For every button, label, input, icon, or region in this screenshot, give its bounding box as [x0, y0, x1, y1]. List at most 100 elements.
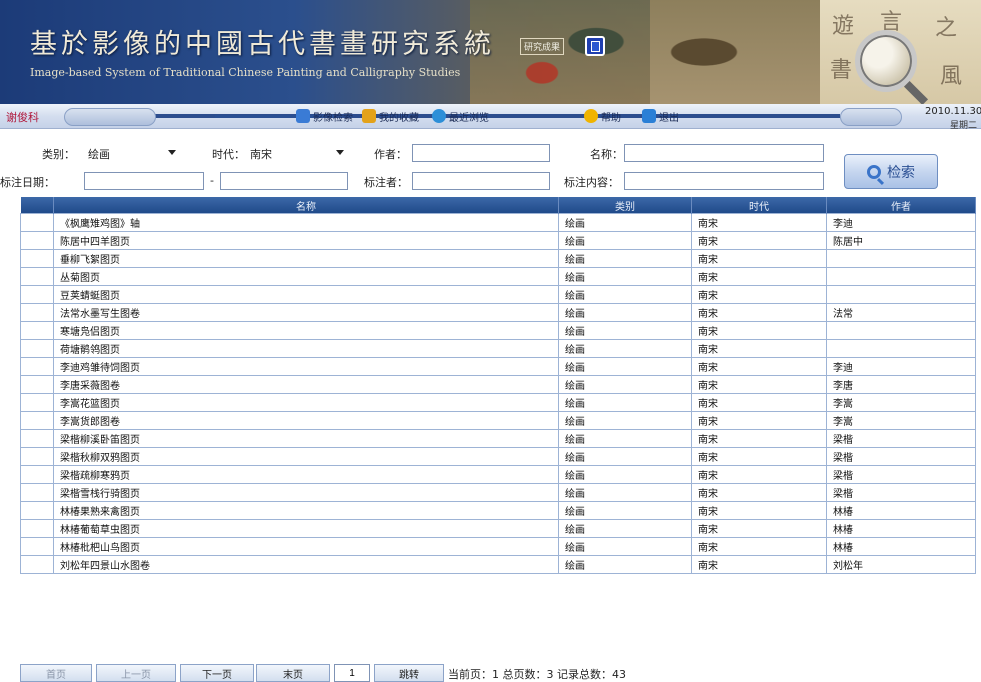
table-row[interactable]: 陈居中四羊图页 绘画 南宋 陈居中	[20, 231, 976, 250]
row-name-cell[interactable]: 李嵩货郎图卷	[53, 411, 559, 430]
nav-image-search[interactable]: 影像检索	[296, 108, 353, 124]
star-folder-icon	[362, 109, 376, 123]
author-input[interactable]	[412, 144, 550, 162]
row-era-cell: 南宋	[691, 249, 827, 268]
row-name-cell[interactable]: 林椿枇杷山鸟图页	[53, 537, 559, 556]
row-name-cell[interactable]: 梁楷秋柳双鸦图页	[53, 447, 559, 466]
nav-bar: 谢俊科 影像检索 我的收藏 最近浏览 帮助 退出 2010.11.30 星期二	[0, 104, 981, 131]
table-row[interactable]: 梁楷雪栈行骑图页 绘画 南宋 梁楷	[20, 483, 976, 502]
table-row[interactable]: 梁楷柳溪卧笛图页 绘画 南宋 梁楷	[20, 429, 976, 448]
table-row[interactable]: 李嵩货郎图卷 绘画 南宋 李嵩	[20, 411, 976, 430]
row-index-cell	[20, 519, 54, 538]
header-name[interactable]: 名称	[53, 197, 559, 214]
era-label: 时代：	[212, 148, 245, 161]
row-category-cell: 绘画	[558, 393, 692, 412]
table-row[interactable]: 梁楷疏柳寒鸦页 绘画 南宋 梁楷	[20, 465, 976, 484]
table-row[interactable]: 刘松年四景山水图卷 绘画 南宋 刘松年	[20, 555, 976, 574]
row-author-cell: 李唐	[826, 375, 976, 394]
row-name-cell[interactable]: 垂柳飞絮图页	[53, 249, 559, 268]
name-input[interactable]	[624, 144, 824, 162]
row-author-cell	[826, 267, 976, 286]
row-name-cell[interactable]: 丛菊图页	[53, 267, 559, 286]
row-index-cell	[20, 249, 54, 268]
table-row[interactable]: 林椿枇杷山鸟图页 绘画 南宋 林椿	[20, 537, 976, 556]
table-row[interactable]: 林椿果熟来禽图页 绘画 南宋 林椿	[20, 501, 976, 520]
date-start-input[interactable]	[84, 172, 204, 190]
next-page-button[interactable]: 下一页	[180, 664, 254, 682]
row-name-cell[interactable]: 李唐采薇图卷	[53, 375, 559, 394]
calligraphy-decoration: 書	[830, 58, 853, 83]
row-name-cell[interactable]: 刘松年四景山水图卷	[53, 555, 559, 574]
document-icon[interactable]	[585, 36, 605, 56]
prev-page-button[interactable]: 上一页	[96, 664, 176, 682]
user-name[interactable]: 谢俊科	[6, 109, 39, 125]
row-name-cell[interactable]: 荷塘鹡鸰图页	[53, 339, 559, 358]
search-button[interactable]: 检索	[844, 154, 938, 189]
row-name-cell[interactable]: 梁楷疏柳寒鸦页	[53, 465, 559, 484]
page-number-input[interactable]	[334, 664, 370, 682]
table-row[interactable]: 李迪鸡雏待饲图页 绘画 南宋 李迪	[20, 357, 976, 376]
row-author-cell	[826, 285, 976, 304]
row-name-cell[interactable]: 豆荚蜻蜓图页	[53, 285, 559, 304]
category-select[interactable]: 绘画	[84, 144, 180, 162]
table-row[interactable]: 法常水墨写生图卷 绘画 南宋 法常	[20, 303, 976, 322]
row-category-cell: 绘画	[558, 519, 692, 538]
calligraphy-decoration: 遊	[832, 14, 855, 39]
header-era[interactable]: 时代	[691, 197, 827, 214]
nav-recent[interactable]: 最近浏览	[432, 108, 489, 124]
row-era-cell: 南宋	[691, 483, 827, 502]
last-page-button[interactable]: 末页	[256, 664, 330, 682]
row-era-cell: 南宋	[691, 465, 827, 484]
row-name-cell[interactable]: 林椿葡萄草虫图页	[53, 519, 559, 538]
first-page-button[interactable]: 首页	[20, 664, 92, 682]
nav-favorites[interactable]: 我的收藏	[362, 108, 419, 124]
nav-decoration-right	[840, 108, 902, 126]
row-index-cell	[20, 465, 54, 484]
table-row[interactable]: 寒塘凫侣图页 绘画 南宋	[20, 321, 976, 340]
banner-painting-scene-2	[650, 0, 830, 104]
annotator-input[interactable]	[412, 172, 550, 190]
row-index-cell	[20, 501, 54, 520]
table-row[interactable]: 垂柳飞絮图页 绘画 南宋	[20, 249, 976, 268]
table-row[interactable]: 林椿葡萄草虫图页 绘画 南宋 林椿	[20, 519, 976, 538]
row-era-cell: 南宋	[691, 537, 827, 556]
table-row[interactable]: 豆荚蜻蜓图页 绘画 南宋	[20, 285, 976, 304]
row-name-cell[interactable]: 梁楷柳溪卧笛图页	[53, 429, 559, 448]
table-row[interactable]: 梁楷秋柳双鸦图页 绘画 南宋 梁楷	[20, 447, 976, 466]
results-table: 名称 类别 时代 作者 《枫鹰雉鸡图》轴 绘画 南宋 李迪 陈居中四羊图页 绘画 南宋 陈居中…	[20, 197, 976, 574]
row-name-cell[interactable]: 陈居中四羊图页	[53, 231, 559, 250]
app-title: 基於影像的中國古代書畫研究系統	[30, 29, 495, 60]
research-seal: 研究成果	[520, 38, 565, 55]
table-row[interactable]: 丛菊图页 绘画 南宋	[20, 267, 976, 286]
nav-help[interactable]: 帮助	[584, 108, 621, 124]
row-name-cell[interactable]: 梁楷雪栈行骑图页	[53, 483, 559, 502]
table-row[interactable]: 李唐采薇图卷 绘画 南宋 李唐	[20, 375, 976, 394]
row-name-cell[interactable]: 李迪鸡雏待饲图页	[53, 357, 559, 376]
row-author-cell: 陈居中	[826, 231, 976, 250]
row-name-cell[interactable]: 《枫鹰雉鸡图》轴	[53, 213, 559, 232]
row-era-cell: 南宋	[691, 267, 827, 286]
table-row[interactable]: 李嵩花篮图页 绘画 南宋 李嵩	[20, 393, 976, 412]
header-category[interactable]: 类别	[558, 197, 692, 214]
header-author[interactable]: 作者	[826, 197, 976, 214]
table-row[interactable]: 荷塘鹡鸰图页 绘画 南宋	[20, 339, 976, 358]
category-value: 绘画	[88, 148, 110, 161]
history-icon	[432, 109, 446, 123]
row-category-cell: 绘画	[558, 213, 692, 232]
row-name-cell[interactable]: 法常水墨写生图卷	[53, 303, 559, 322]
row-author-cell: 法常	[826, 303, 976, 322]
row-category-cell: 绘画	[558, 483, 692, 502]
date-end-input[interactable]	[220, 172, 348, 190]
row-name-cell[interactable]: 林椿果熟来禽图页	[53, 501, 559, 520]
row-name-cell[interactable]: 李嵩花篮图页	[53, 393, 559, 412]
help-icon	[584, 109, 598, 123]
row-index-cell	[20, 213, 54, 232]
row-name-cell[interactable]: 寒塘凫侣图页	[53, 321, 559, 340]
row-author-cell: 李迪	[826, 357, 976, 376]
nav-exit[interactable]: 退出	[642, 108, 679, 124]
row-author-cell: 李嵩	[826, 393, 976, 412]
annotation-content-input[interactable]	[624, 172, 824, 190]
go-page-button[interactable]: 跳转	[374, 664, 444, 682]
table-row[interactable]: 《枫鹰雉鸡图》轴 绘画 南宋 李迪	[20, 213, 976, 232]
era-select[interactable]: 南宋	[246, 144, 348, 162]
